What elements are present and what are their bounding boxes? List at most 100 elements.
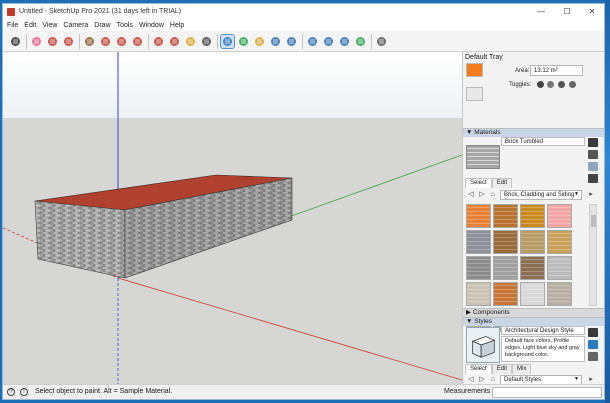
text-tool-icon[interactable]: [200, 35, 213, 48]
styles-details-arrow-icon[interactable]: ▸: [586, 376, 596, 384]
style-description-field[interactable]: Default face colors. Profile edges. Ligh…: [501, 336, 585, 362]
lock-toggle-icon[interactable]: [569, 81, 576, 88]
material-name-field[interactable]: Brick Tumbled: [501, 137, 585, 146]
menu-file[interactable]: File: [7, 20, 18, 31]
styles-in-model-home-icon[interactable]: ⌂: [489, 376, 497, 384]
menu-tools[interactable]: Tools: [117, 20, 133, 31]
material-library-select[interactable]: Brick, Cladding and Siding ▼: [500, 190, 582, 200]
entity-back-color-swatch[interactable]: [466, 87, 483, 101]
menu-help[interactable]: Help: [170, 20, 184, 31]
style-thumbnail: [466, 327, 500, 363]
toolbar-separator: [302, 34, 303, 49]
create-material-icon[interactable]: [588, 150, 598, 159]
components-panel-header[interactable]: ▶ Components: [463, 308, 604, 317]
rectangle-tool-icon[interactable]: [83, 35, 96, 48]
materials-scrollbar[interactable]: [589, 204, 597, 306]
material-swatch[interactable]: [466, 282, 491, 306]
material-swatch[interactable]: [466, 204, 491, 228]
sample-paint-icon[interactable]: [588, 174, 598, 183]
zoom-extents-tool-icon[interactable]: [285, 35, 298, 48]
materials-tab-select[interactable]: Select: [465, 178, 492, 188]
styles-tab-mix[interactable]: Mix: [512, 364, 532, 374]
zoom-tool-icon[interactable]: [269, 35, 282, 48]
material-swatch[interactable]: [520, 282, 545, 306]
extension-manager-icon[interactable]: [354, 35, 367, 48]
entity-face-color-swatch[interactable]: [466, 63, 483, 77]
visibility-toggle-icon[interactable]: [537, 81, 544, 88]
materials-tab-edit[interactable]: Edit: [491, 178, 513, 188]
instructor-info-icon[interactable]: !: [20, 388, 28, 396]
material-swatch[interactable]: [493, 204, 518, 228]
box-front-face[interactable]: [34, 200, 126, 279]
model-canvas[interactable]: [3, 52, 462, 384]
receive-shadows-icon[interactable]: [547, 81, 554, 88]
materials-header-label: Materials: [474, 129, 501, 136]
material-swatch[interactable]: [520, 230, 545, 254]
materials-scroll-thumb[interactable]: [591, 215, 596, 227]
layout-icon[interactable]: [338, 35, 351, 48]
styles-nav-row: ◁ ▷ ⌂ Default Styles ▼ ▸: [465, 375, 603, 384]
material-swatch[interactable]: [547, 230, 572, 254]
push-pull-tool-icon[interactable]: [99, 35, 112, 48]
material-swatch[interactable]: [547, 204, 572, 228]
offset-tool-icon[interactable]: [168, 35, 181, 48]
cast-shadows-icon[interactable]: [558, 81, 565, 88]
paint-bucket-tool-icon[interactable]: [220, 34, 235, 49]
toolbar-separator: [371, 34, 372, 49]
material-swatch[interactable]: [493, 256, 518, 280]
material-swatch[interactable]: [520, 256, 545, 280]
menu-window[interactable]: Window: [139, 20, 164, 31]
menu-camera[interactable]: Camera: [63, 20, 88, 31]
style-collection-value: Default Styles: [504, 377, 542, 383]
display-secondary-style-pane-icon[interactable]: [588, 328, 598, 337]
forward-arrow-icon[interactable]: ▷: [478, 191, 486, 199]
styles-panel-header[interactable]: ▼ Styles: [463, 317, 604, 326]
details-arrow-icon[interactable]: ▸: [586, 191, 596, 199]
material-swatch[interactable]: [520, 204, 545, 228]
eraser-tool-icon[interactable]: [30, 35, 43, 48]
default-material-icon[interactable]: [588, 162, 598, 171]
styles-back-arrow-icon[interactable]: ◁: [467, 376, 475, 384]
material-library-value: Brick, Cladding and Siding: [504, 192, 575, 198]
tape-measure-tool-icon[interactable]: [184, 35, 197, 48]
in-model-home-icon[interactable]: ⌂: [489, 191, 497, 199]
display-secondary-pane-icon[interactable]: [588, 138, 598, 147]
materials-tabs: Select Edit: [465, 178, 513, 188]
back-arrow-icon[interactable]: ◁: [467, 191, 475, 199]
measurements-input[interactable]: [492, 387, 602, 398]
extension-warehouse-icon[interactable]: [322, 35, 335, 48]
menu-edit[interactable]: Edit: [24, 20, 36, 31]
materials-panel-header[interactable]: ▼ Materials: [463, 128, 604, 137]
material-swatch[interactable]: [547, 282, 572, 306]
arc-tool-icon[interactable]: [62, 35, 75, 48]
close-button[interactable]: ✕: [582, 6, 602, 18]
material-swatch[interactable]: [466, 256, 491, 280]
material-swatch[interactable]: [466, 230, 491, 254]
select-tool-icon[interactable]: [9, 35, 22, 48]
update-style-icon[interactable]: [588, 352, 598, 361]
menu-draw[interactable]: Draw: [94, 20, 110, 31]
styles-tab-select[interactable]: Select: [465, 364, 492, 374]
pan-tool-icon[interactable]: [253, 35, 266, 48]
sketchup-window: Untitled - SketchUp Pro 2021 (31 days le…: [2, 3, 605, 400]
styles-forward-arrow-icon[interactable]: ▷: [478, 376, 486, 384]
account-icon[interactable]: [375, 35, 388, 48]
maximize-button[interactable]: ☐: [557, 6, 577, 18]
styles-tab-edit[interactable]: Edit: [491, 364, 513, 374]
move-tool-icon[interactable]: [115, 35, 128, 48]
material-swatch[interactable]: [493, 282, 518, 306]
line-tool-icon[interactable]: [46, 35, 59, 48]
3d-warehouse-icon[interactable]: [306, 35, 319, 48]
geo-location-icon[interactable]: ?: [7, 388, 15, 396]
create-new-style-icon[interactable]: [588, 340, 598, 349]
menu-view[interactable]: View: [42, 20, 57, 31]
drawing-viewport[interactable]: [3, 52, 462, 384]
rotate-tool-icon[interactable]: [131, 35, 144, 48]
style-collection-select[interactable]: Default Styles ▼: [500, 375, 582, 384]
style-name-field[interactable]: Architectural Design Style: [501, 326, 585, 335]
minimize-button[interactable]: —: [531, 6, 551, 18]
orbit-tool-icon[interactable]: [237, 35, 250, 48]
material-swatch[interactable]: [547, 256, 572, 280]
material-swatch[interactable]: [493, 230, 518, 254]
scale-tool-icon[interactable]: [152, 35, 165, 48]
